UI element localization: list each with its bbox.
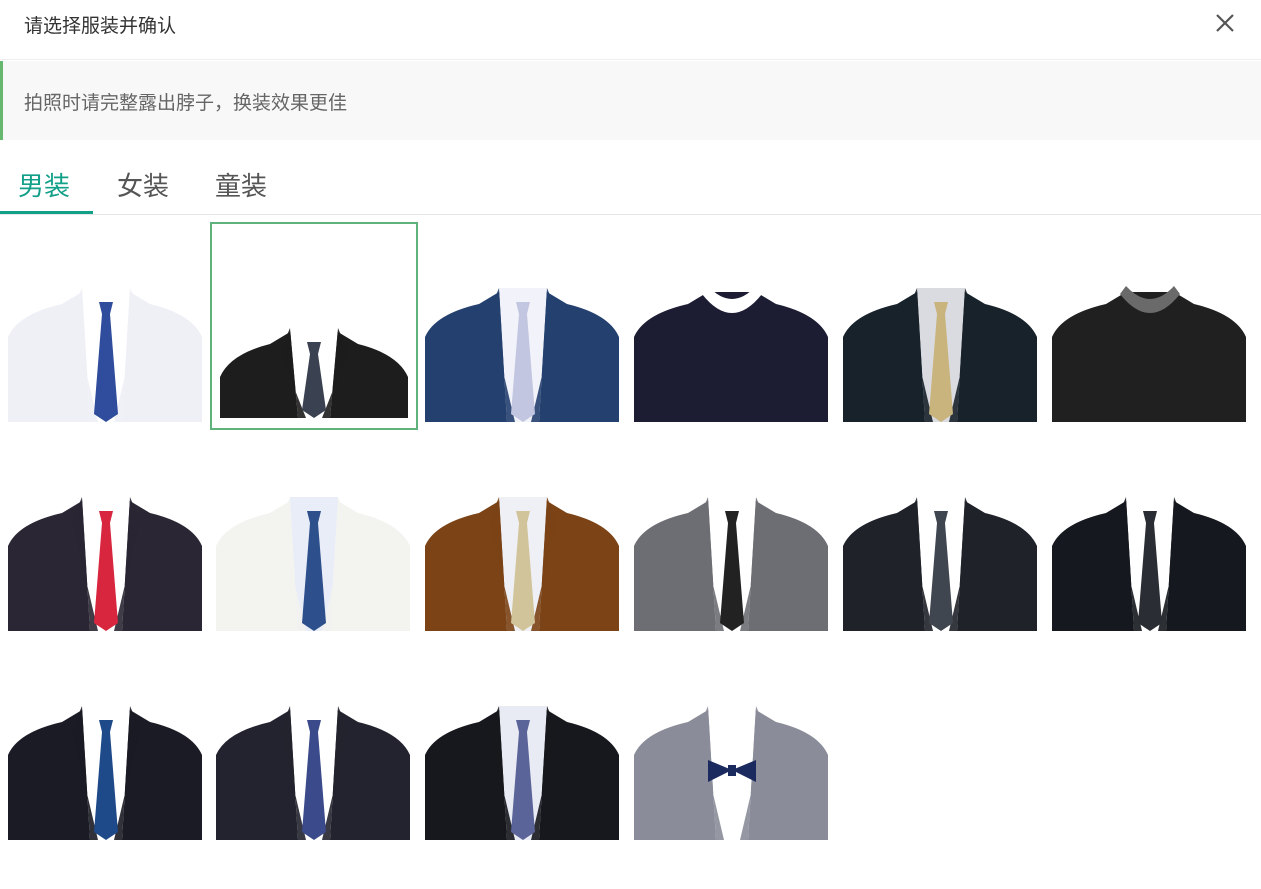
notice-text: 拍照时请完整露出脖子，换装效果更佳 <box>24 92 348 114</box>
tab-women[interactable]: 女装 <box>113 166 173 214</box>
outfit-image <box>843 497 1037 631</box>
outfit-image <box>1052 286 1246 422</box>
close-icon <box>1216 14 1234 32</box>
outfit-image <box>425 288 619 422</box>
dialog-title: 请选择服装并确认 <box>24 15 177 37</box>
dialog-header: 请选择服装并确认 <box>0 0 1261 60</box>
tab-men[interactable]: 男装 <box>14 166 74 214</box>
outfit-image <box>8 288 202 422</box>
outfit-image <box>216 706 410 840</box>
outfit-black-suit-blue-striped-tie[interactable] <box>419 640 627 848</box>
outfit-black-suit-black-tie[interactable] <box>1046 431 1254 639</box>
outfit-image <box>1052 497 1246 631</box>
outfit-black-suit-gold-tie[interactable] <box>837 222 1045 430</box>
outfit-white-shirt-blue-tie[interactable] <box>2 222 210 430</box>
outfit-black-suit-gray-tie[interactable] <box>210 222 418 430</box>
tab-children[interactable]: 童装 <box>211 166 271 214</box>
outfit-black-suit-charcoal-tie[interactable] <box>837 431 1045 639</box>
outfit-white-suit-blue-tie[interactable] <box>210 431 418 639</box>
outfit-charcoal-suit-striped-tie[interactable] <box>210 640 418 848</box>
close-button[interactable] <box>1210 8 1240 38</box>
outfit-image <box>843 288 1037 422</box>
outfit-gray-suit-black-tie[interactable] <box>628 431 836 639</box>
outfit-navy-sweater[interactable] <box>628 222 836 430</box>
outfit-black-sweater-gray-collar[interactable] <box>1046 222 1254 430</box>
notice-bar: 拍照时请完整露出脖子，换装效果更佳 <box>0 61 1261 140</box>
outfit-image <box>216 497 410 631</box>
outfit-image <box>8 497 202 631</box>
outfit-image <box>634 286 828 422</box>
outfit-image <box>425 706 619 840</box>
outfit-black-suit-navy-tie[interactable] <box>2 640 210 848</box>
active-tab-indicator <box>0 211 93 214</box>
outfit-navy-suit-lavender-tie[interactable] <box>419 222 627 430</box>
outfit-brown-suit-gold-tie[interactable] <box>419 431 627 639</box>
outfit-gray-suit-bow-tie[interactable] <box>628 640 836 848</box>
outfit-grid <box>0 222 1261 852</box>
outfit-tabs: 男装 女装 童装 <box>0 158 1261 215</box>
outfit-image <box>8 706 202 840</box>
outfit-image <box>634 706 828 840</box>
outfit-image <box>220 328 408 418</box>
outfit-image <box>634 497 828 631</box>
outfit-image <box>425 497 619 631</box>
outfit-dark-suit-red-tie-badge[interactable] <box>2 431 210 639</box>
